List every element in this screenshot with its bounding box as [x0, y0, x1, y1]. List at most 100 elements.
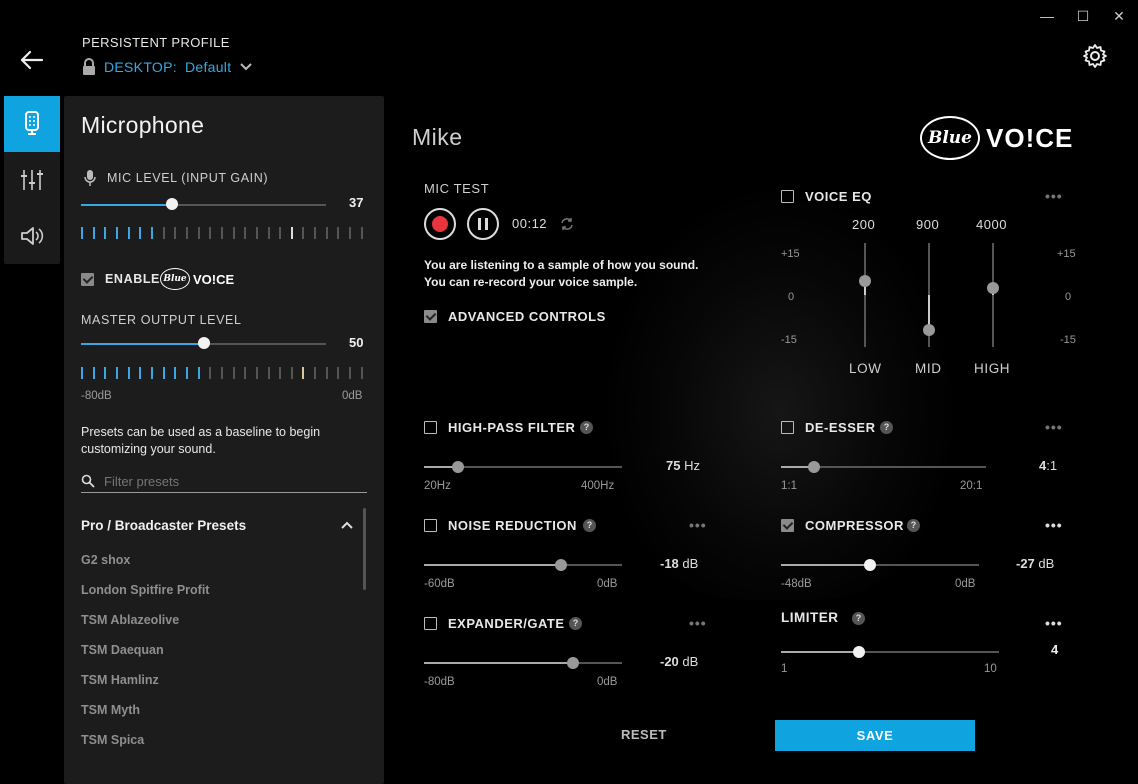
meter-tick: [115, 367, 118, 379]
voice-eq-more-button[interactable]: •••: [1045, 188, 1063, 204]
preset-item[interactable]: TSM Daequan: [81, 643, 164, 657]
preset-item[interactable]: TSM Ablazeolive: [81, 613, 179, 627]
panel-title: Microphone: [81, 112, 205, 138]
noise-reduction-label: NOISE REDUCTION: [448, 518, 577, 533]
meter-tick: [314, 367, 317, 379]
preset-scrollbar[interactable]: [363, 508, 366, 590]
headphones-illustration: [600, 180, 960, 600]
master-output-slider[interactable]: [81, 337, 326, 349]
master-output-value: 50: [349, 335, 364, 350]
eq-scale-top-right: +15: [1057, 248, 1076, 260]
eq-knob[interactable]: [987, 282, 999, 295]
eq-band-low: LOW: [849, 361, 882, 376]
slider-knob[interactable]: [853, 646, 866, 658]
profile-selector[interactable]: DESKTOP: Default: [82, 58, 253, 75]
presets-description-line2: customizing your sound.: [81, 442, 216, 456]
advanced-controls-checkbox[interactable]: [424, 310, 437, 328]
de-esser-value: 4:1: [1039, 458, 1057, 473]
preset-item[interactable]: London Spitfire Profit: [81, 583, 209, 597]
de-esser-slider[interactable]: [781, 461, 986, 473]
listening-text-line1: You are listening to a sample of how you…: [424, 258, 699, 272]
voice-eq-label: VOICE EQ: [805, 189, 872, 204]
slider-knob[interactable]: [864, 559, 877, 571]
enable-checkbox[interactable]: [81, 273, 94, 291]
expander-gate-checkbox[interactable]: [424, 617, 437, 635]
voice-eq-checkbox[interactable]: [781, 190, 794, 208]
meter-tick: [255, 367, 258, 379]
preset-item[interactable]: TSM Hamlinz: [81, 673, 159, 687]
close-button[interactable]: ✕: [1110, 8, 1128, 25]
limiter-slider[interactable]: [781, 646, 999, 658]
filter-presets-input[interactable]: [104, 471, 366, 491]
hpf-help-icon[interactable]: ?: [580, 421, 593, 434]
profile-label: PERSISTENT PROFILE: [82, 35, 230, 50]
compressor-checkbox[interactable]: [781, 519, 794, 537]
noise-more-button[interactable]: •••: [689, 517, 707, 533]
meter-tick: [232, 227, 235, 239]
slider-knob[interactable]: [554, 559, 567, 571]
back-arrow-icon[interactable]: [18, 46, 46, 74]
voice-logo-text: VO!CE: [193, 271, 235, 287]
compressor-more-button[interactable]: •••: [1045, 517, 1063, 533]
meter-tick: [279, 227, 282, 239]
meter-tick: [139, 227, 142, 239]
preset-group-header[interactable]: Pro / Broadcaster Presets: [81, 518, 246, 533]
noise-help-icon[interactable]: ?: [583, 519, 596, 532]
preset-item[interactable]: TSM Spica: [81, 733, 144, 747]
meter-tick: [92, 227, 95, 239]
hpf-checkbox[interactable]: [424, 421, 437, 439]
noise-reduction-checkbox[interactable]: [424, 519, 437, 537]
compressor-help-icon[interactable]: ?: [907, 519, 920, 532]
mic-test-timer: 00:12: [512, 216, 548, 231]
blue-voice-logo: Blue VO!CE: [920, 116, 1073, 160]
hpf-slider[interactable]: [424, 461, 622, 473]
meter-tick: [127, 227, 130, 239]
record-button[interactable]: [424, 208, 456, 240]
noise-unit: dB: [682, 556, 699, 571]
slider-knob[interactable]: [807, 461, 820, 473]
gate-help-icon[interactable]: ?: [569, 617, 582, 630]
eq-knob[interactable]: [923, 323, 935, 336]
de-esser-help-icon[interactable]: ?: [880, 421, 893, 434]
slider-knob[interactable]: [451, 461, 464, 473]
meter-tick: [232, 367, 235, 379]
gear-icon[interactable]: [1082, 43, 1108, 69]
limiter-help-icon[interactable]: ?: [852, 612, 865, 625]
mic-level-value: 37: [349, 195, 364, 210]
nav-sound[interactable]: [4, 208, 60, 264]
noise-reduction-slider[interactable]: [424, 559, 622, 571]
compressor-slider[interactable]: [781, 559, 979, 571]
de-esser-checkbox[interactable]: [781, 421, 794, 439]
meter-tick: [325, 367, 328, 379]
maximize-button[interactable]: ☐: [1074, 8, 1092, 25]
meter-tick: [162, 227, 165, 239]
nav-equalizer[interactable]: [4, 152, 60, 208]
meter-tick: [337, 367, 340, 379]
meter-tick: [104, 367, 107, 379]
de-esser-max: 20:1: [960, 480, 983, 492]
master-min-label: -80dB: [81, 390, 112, 402]
compressor-max: 0dB: [955, 578, 976, 590]
preset-item[interactable]: TSM Myth: [81, 703, 140, 717]
de-esser-more-button[interactable]: •••: [1045, 419, 1063, 435]
chevron-up-icon[interactable]: [341, 521, 353, 529]
expander-gate-slider[interactable]: [424, 657, 622, 669]
side-nav: [4, 96, 60, 264]
repeat-icon[interactable]: [560, 217, 574, 231]
minimize-button[interactable]: —: [1038, 8, 1056, 25]
speaker-icon: [19, 224, 45, 248]
eq-band-high: HIGH: [974, 361, 1011, 376]
slider-knob[interactable]: [566, 657, 579, 669]
reset-button[interactable]: RESET: [621, 727, 667, 742]
blue-voice-logo-small: Blue VO!CE: [160, 268, 234, 290]
nav-microphone[interactable]: [4, 96, 60, 152]
meter-tick: [244, 367, 247, 379]
limiter-more-button[interactable]: •••: [1045, 615, 1063, 631]
de-esser-min: 1:1: [781, 480, 797, 492]
pause-button[interactable]: [467, 208, 499, 240]
eq-scale-bottom-left: -15: [781, 334, 797, 346]
preset-item[interactable]: G2 shox: [81, 553, 130, 567]
save-button[interactable]: SAVE: [775, 720, 975, 751]
gate-more-button[interactable]: •••: [689, 615, 707, 631]
mic-level-slider[interactable]: [81, 198, 326, 210]
